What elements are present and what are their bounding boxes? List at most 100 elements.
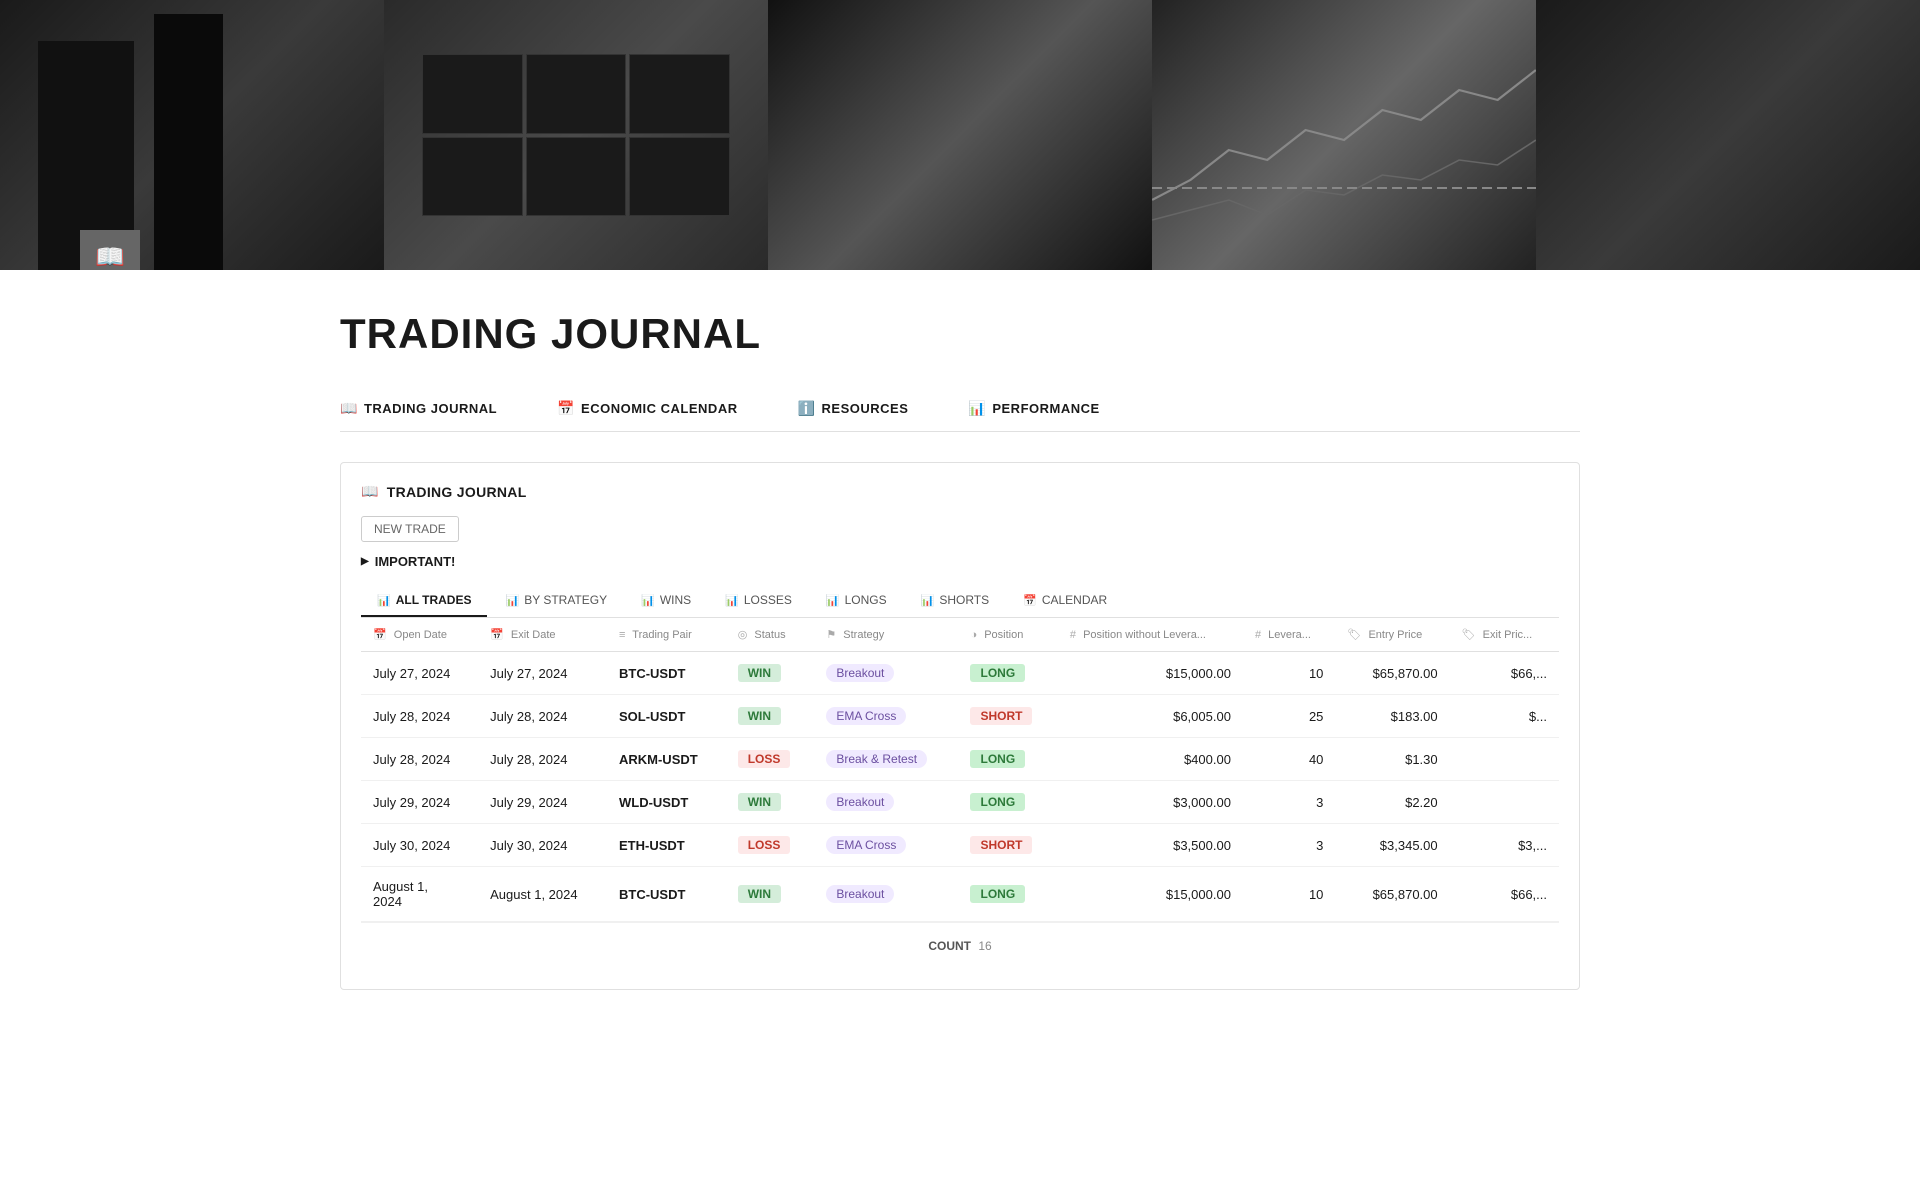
nav-item-resources[interactable]: ℹ️ RESOURCES [798,388,909,431]
cell-position-without-leverage: $15,000.00 [1058,867,1243,922]
nav-label-trading-journal: TRADING JOURNAL [364,401,497,416]
monitor-cell [629,137,729,217]
new-trade-label: NEW TRADE [374,522,446,536]
page-title: TRADING JOURNAL [340,310,1580,358]
new-trade-button[interactable]: NEW TRADE [361,516,459,542]
longs-tab-icon: 📊 [826,594,840,607]
page-content: TRADING JOURNAL 📖 TRADING JOURNAL 📅 ECON… [260,310,1660,990]
col-position: ◑ Position [958,618,1057,652]
strategy-col-icon: ⚑ [826,629,836,641]
leverage-col-icon: # [1255,629,1261,641]
cell-position: SHORT [958,695,1057,738]
cell-open-date: July 27, 2024 [361,652,478,695]
cell-status: WIN [726,781,815,824]
nav-item-economic-calendar[interactable]: 📅 ECONOMIC CALENDAR [557,388,738,431]
tabs-bar: 📊 ALL TRADES 📊 BY STRATEGY 📊 WINS 📊 LOSS… [361,585,1559,618]
economic-calendar-icon: 📅 [557,400,575,417]
cell-position: LONG [958,781,1057,824]
exit-date-col-icon: 📅 [490,629,504,641]
cell-entry-price: $1.30 [1335,738,1449,781]
position-lev-col-icon: # [1070,629,1076,641]
journal-header: 📖 TRADING JOURNAL [361,483,1559,500]
strategy-badge: EMA Cross [826,707,906,725]
col-open-date: 📅 Open Date [361,618,478,652]
tab-longs-label: LONGS [845,593,887,607]
tab-wins[interactable]: 📊 WINS [625,585,707,617]
cell-open-date: July 28, 2024 [361,738,478,781]
exit-price-col-icon: 🏷 [1462,629,1476,641]
hero-segment-1 [0,0,384,270]
leverage-col-label: Levera... [1268,629,1311,641]
cell-exit-price [1450,781,1559,824]
tab-calendar[interactable]: 📅 CALENDAR [1007,585,1123,617]
status-badge: WIN [738,664,781,682]
table-row[interactable]: July 27, 2024 July 27, 2024 BTC-USDT WIN… [361,652,1559,695]
tab-longs[interactable]: 📊 LONGS [810,585,903,617]
table-row[interactable]: July 28, 2024 July 28, 2024 ARKM-USDT LO… [361,738,1559,781]
tab-losses[interactable]: 📊 LOSSES [709,585,808,617]
cell-entry-price: $2.20 [1335,781,1449,824]
cell-position: LONG [958,867,1057,922]
nav-item-performance[interactable]: 📊 PERFORMANCE [968,388,1099,431]
cell-leverage: 40 [1243,738,1335,781]
cell-exit-date: July 27, 2024 [478,652,607,695]
cell-open-date: July 30, 2024 [361,824,478,867]
hero-segment-4 [1152,0,1536,270]
position-badge: SHORT [970,836,1032,854]
nav-item-trading-journal[interactable]: 📖 TRADING JOURNAL [340,388,497,431]
journal-card: 📖 TRADING JOURNAL NEW TRADE ▶ IMPORTANT!… [340,462,1580,990]
table-row[interactable]: July 30, 2024 July 30, 2024 ETH-USDT LOS… [361,824,1559,867]
table-row[interactable]: July 28, 2024 July 28, 2024 SOL-USDT WIN… [361,695,1559,738]
losses-tab-icon: 📊 [725,594,739,607]
tab-losses-label: LOSSES [744,593,792,607]
cell-status: WIN [726,695,815,738]
cell-trading-pair: ETH-USDT [607,824,726,867]
cell-leverage: 3 [1243,781,1335,824]
important-label: IMPORTANT! [375,554,456,569]
journal-header-title: TRADING JOURNAL [387,484,527,500]
cell-position: LONG [958,738,1057,781]
strategy-col-label: Strategy [843,629,884,641]
important-section[interactable]: ▶ IMPORTANT! [361,554,1559,569]
cell-exit-price: $66,... [1450,652,1559,695]
col-exit-price: 🏷 Exit Pric... [1450,618,1559,652]
cell-strategy: Breakout [814,867,958,922]
cell-trading-pair: SOL-USDT [607,695,726,738]
status-badge: WIN [738,793,781,811]
hero-banner: 📖 [0,0,1920,270]
tab-all-trades[interactable]: 📊 ALL TRADES [361,585,487,617]
trading-journal-icon: 📖 [340,400,358,417]
by-strategy-tab-icon: 📊 [505,594,519,607]
tab-by-strategy[interactable]: 📊 BY STRATEGY [489,585,623,617]
cell-entry-price: $3,345.00 [1335,824,1449,867]
cell-open-date: July 28, 2024 [361,695,478,738]
cell-position: SHORT [958,824,1057,867]
col-status: ◎ Status [726,618,815,652]
cell-trading-pair: BTC-USDT [607,867,726,922]
trading-pair-col-label: Trading Pair [632,629,692,641]
monitor-cell [629,54,729,134]
wins-tab-icon: 📊 [641,594,655,607]
cell-strategy: EMA Cross [814,695,958,738]
cell-status: LOSS [726,738,815,781]
entry-price-col-label: Entry Price [1368,629,1422,641]
tab-wins-label: WINS [660,593,691,607]
cell-exit-price [1450,738,1559,781]
strategy-badge: Break & Retest [826,750,927,768]
cell-strategy: EMA Cross [814,824,958,867]
tab-shorts[interactable]: 📊 SHORTS [905,585,1006,617]
cell-position-without-leverage: $3,500.00 [1058,824,1243,867]
nav-label-resources: RESOURCES [822,401,909,416]
table-row[interactable]: August 1, 2024 August 1, 2024 BTC-USDT W… [361,867,1559,922]
cell-exit-price: $66,... [1450,867,1559,922]
table-row[interactable]: July 29, 2024 July 29, 2024 WLD-USDT WIN… [361,781,1559,824]
position-col-label: Position [984,629,1023,641]
cell-entry-price: $183.00 [1335,695,1449,738]
triangle-icon: ▶ [361,556,369,567]
cell-exit-date: July 28, 2024 [478,738,607,781]
trading-pair-col-icon: ≡ [619,629,625,641]
cell-leverage: 3 [1243,824,1335,867]
cell-trading-pair: WLD-USDT [607,781,726,824]
cell-strategy: Break & Retest [814,738,958,781]
col-entry-price: 🏷 Entry Price [1335,618,1449,652]
